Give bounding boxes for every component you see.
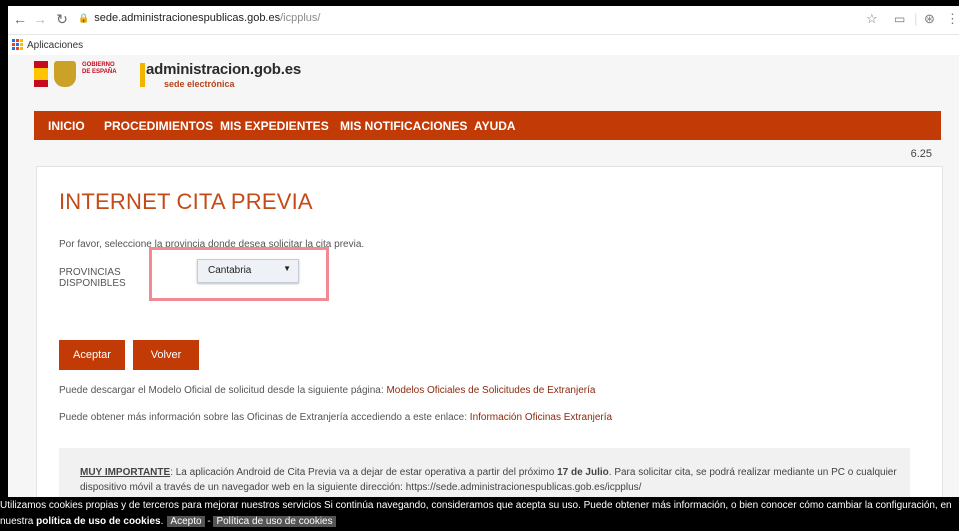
cookie-text-line2: nuestra política de uso de cookies. Acept…	[0, 516, 336, 528]
notice-heading: MUY IMPORTANTE	[80, 467, 171, 478]
model-paragraph: Puede descargar el Modelo Oficial de sol…	[59, 385, 596, 396]
coat-of-arms-icon	[54, 61, 76, 87]
menu-item-inicio[interactable]: INICIO	[48, 119, 85, 133]
accept-button[interactable]: Aceptar	[59, 340, 125, 370]
notice-text: MUY IMPORTANTE: La aplicación Android de…	[80, 467, 897, 493]
site-logo[interactable]: GOBIERNO DE ESPAÑA administracion.gob.es …	[34, 59, 301, 95]
brand-subtitle: sede electrónica	[164, 79, 235, 89]
cookie-text-line1: Utilizamos cookies propias y de terceros…	[0, 500, 952, 511]
bookmarks-bar: Aplicaciones	[8, 35, 959, 55]
url-path: /icpplus/	[280, 12, 321, 24]
province-select-value: Cantabria	[208, 265, 252, 276]
browser-window: ← → ↻ 🔒 sede.administracionespublicas.gob…	[8, 6, 959, 531]
forward-arrow-icon[interactable]: →	[32, 11, 48, 27]
menu-item-ayuda[interactable]: AYUDA	[474, 119, 516, 133]
apps-grid-icon[interactable]	[12, 39, 23, 50]
back-arrow-icon[interactable]: ←	[12, 11, 28, 27]
menu-item-mis-expedientes[interactable]: MIS EXPEDIENTES	[220, 119, 329, 133]
separator: |	[914, 11, 918, 26]
province-label: PROVINCIAS DISPONIBLES	[59, 267, 126, 289]
url-domain: sede.administracionespublicas.gob.es	[94, 12, 281, 24]
page: GOBIERNO DE ESPAÑA administracion.gob.es …	[8, 55, 959, 531]
address-bar[interactable]: 🔒 sede.administracionespublicas.gob.es/ic…	[78, 12, 320, 24]
notice-date: 17 de Julio	[557, 467, 609, 478]
model-link[interactable]: Modelos Oficiales de Solicitudes de Extr…	[386, 385, 595, 396]
spain-flag-icon	[34, 61, 48, 87]
star-icon[interactable]: ☆	[866, 12, 878, 26]
lock-icon: 🔒	[78, 13, 90, 23]
browser-toolbar: ← → ↻ 🔒 sede.administracionespublicas.gob…	[8, 6, 959, 35]
brand-name: administracion.gob.es	[146, 61, 301, 78]
cookie-banner: Utilizamos cookies propias y de terceros…	[0, 497, 959, 531]
apps-bookmark[interactable]: Aplicaciones	[27, 40, 83, 51]
extension-icon[interactable]: ▭	[894, 12, 905, 26]
gov-text: GOBIERNO DE ESPAÑA	[82, 62, 117, 75]
main-menu: INICIO PROCEDIMIENTOS MIS EXPEDIENTES MI…	[34, 111, 941, 140]
info-link[interactable]: Información Oficinas Extranjería	[470, 412, 612, 423]
reload-icon[interactable]: ↻	[54, 11, 70, 27]
menu-kebab-icon[interactable]: ⋮	[946, 12, 959, 26]
cookie-policy-link[interactable]: Política de uso de cookies	[213, 516, 336, 527]
menu-item-procedimientos[interactable]: PROCEDIMIENTOS	[104, 119, 213, 133]
cookie-accept-button[interactable]: Acepto	[167, 516, 205, 527]
brand-bar	[140, 63, 145, 87]
province-select[interactable]: Cantabria ▼	[197, 259, 299, 283]
back-button[interactable]: Volver	[133, 340, 199, 370]
menu-item-mis-notificaciones[interactable]: MIS NOTIFICACIONES	[340, 119, 467, 133]
dropdown-arrow-icon: ▼	[283, 264, 291, 273]
page-title: INTERNET CITA PREVIA	[59, 189, 313, 214]
main-card: INTERNET CITA PREVIA Por favor, seleccio…	[36, 166, 943, 531]
profile-icon[interactable]: ⊛	[924, 12, 935, 26]
version-label: 6.25	[910, 148, 932, 160]
info-paragraph: Puede obtener más información sobre las …	[59, 412, 613, 423]
cookie-policy-bold: política de uso de cookies	[36, 516, 161, 527]
